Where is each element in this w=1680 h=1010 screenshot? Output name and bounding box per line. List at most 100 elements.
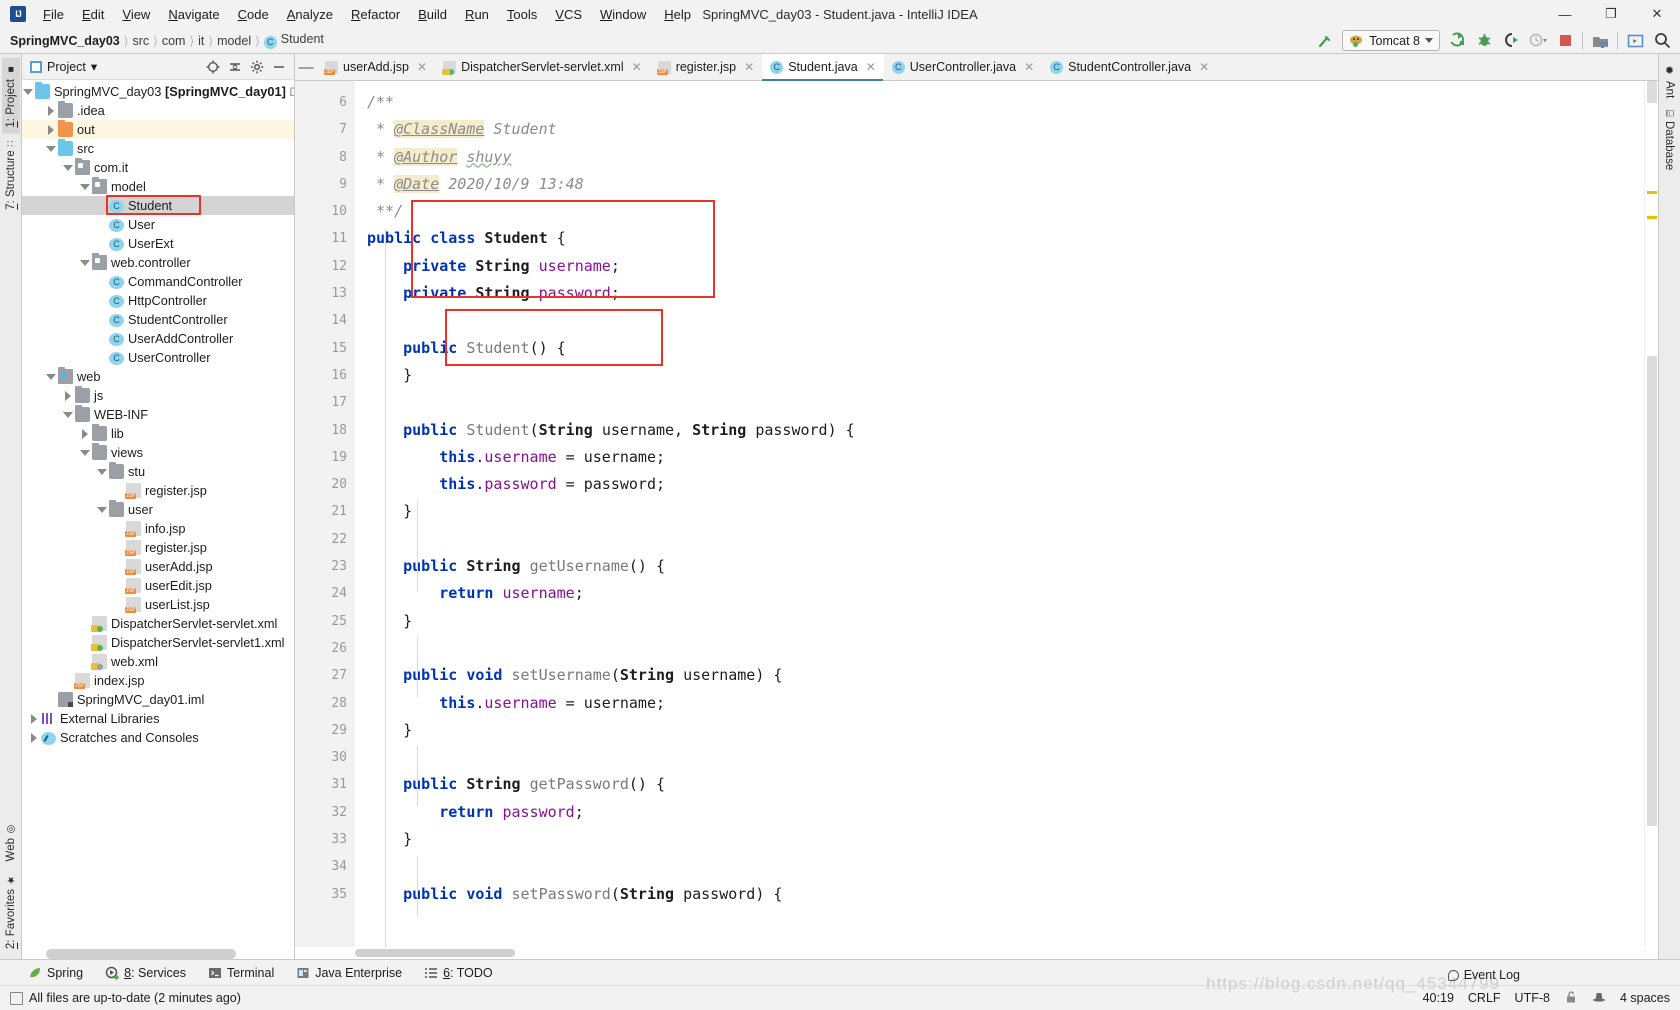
tree-node[interactable]: .idea [22,101,294,120]
horizontal-scrollbar-thumb[interactable] [355,949,515,957]
tree-node[interactable]: lib [22,424,294,443]
build-hammer-icon[interactable] [1315,31,1335,51]
tree-node[interactable]: src [22,139,294,158]
breadcrumb-item-springmvc-day03[interactable]: SpringMVC_day03 [10,34,120,48]
indent-setting[interactable]: 4 spaces [1620,991,1670,1005]
line-number[interactable]: 15 [295,335,367,362]
editor-tab-dispatcherservlet-servlet-xml[interactable]: DispatcherServlet-servlet.xml ✕ [435,54,650,80]
tree-node[interactable]: DispatcherServlet-servlet1.xml [22,633,294,652]
tree-node[interactable]: C Student [22,196,294,215]
line-number[interactable]: 32 [295,799,355,826]
menu-item-analyze[interactable]: Analyze [278,4,342,25]
minimize-button[interactable]: — [1542,0,1588,28]
warning-marker[interactable] [1647,191,1657,194]
line-number[interactable]: 21 [295,498,367,525]
run-button[interactable] [1447,31,1467,51]
close-icon[interactable]: ✕ [1024,60,1034,74]
breadcrumb-item-student[interactable]: C Student [263,32,324,49]
collapse-arrow-icon[interactable] [62,390,73,401]
menu-item-view[interactable]: View [113,4,159,25]
tool-window-button-terminal[interactable]: Terminal [208,966,274,980]
menu-item-help[interactable]: Help [655,4,700,25]
chevron-down-icon[interactable]: ▾ [91,59,97,74]
update-button[interactable] [1625,31,1645,51]
project-structure-button[interactable] [1590,31,1610,51]
editor-scrollbar-thumb[interactable] [1647,81,1657,103]
tree-node[interactable]: index.jsp [22,671,294,690]
collapse-tabs-icon[interactable]: — [295,54,317,80]
expand-arrow-icon[interactable] [79,257,90,268]
line-number[interactable]: 29 [295,717,367,744]
line-number[interactable]: 30 [295,744,355,771]
tree-node[interactable]: com.it [22,158,294,177]
line-number[interactable]: 7 [295,116,355,143]
tool-window-button-java-enterprise[interactable]: Java Enterprise [296,966,402,980]
menu-item-navigate[interactable]: Navigate [159,4,228,25]
settings-gear-icon[interactable] [249,59,265,75]
tool-window-button-todo[interactable]: 6: TODO [424,966,493,980]
line-number[interactable]: 34 [295,853,355,880]
collapse-arrow-icon[interactable] [28,732,39,743]
editor-tab-studentcontroller-java[interactable]: C StudentController.java ✕ [1042,54,1217,80]
breadcrumb-item-it[interactable]: it [198,34,204,48]
unlocked-icon[interactable] [1564,990,1578,1007]
tree-node[interactable]: views [22,443,294,462]
tool-window-button-services[interactable]: 8: Services [105,966,186,980]
tool-window-tab-database[interactable]: ⌸ Database [1660,104,1678,176]
line-number[interactable]: 14 [295,307,355,334]
line-number[interactable]: 25 [295,608,367,635]
close-icon[interactable]: ✕ [744,60,754,74]
tree-node[interactable]: C User [22,215,294,234]
caret-position[interactable]: 40:19 [1423,991,1454,1005]
line-number[interactable]: 28 [295,690,355,717]
tree-node[interactable]: DispatcherServlet-servlet.xml [22,614,294,633]
expand-arrow-icon[interactable] [45,143,56,154]
file-encoding[interactable]: UTF-8 [1515,991,1550,1005]
tool-window-tab-1-project[interactable]: 1: Project ■ [1,58,20,134]
line-number[interactable]: 24 [295,580,355,607]
editor-marker-strip[interactable] [1644,81,1658,947]
line-number[interactable]: 8 [295,144,355,171]
profiler-button[interactable] [1528,31,1548,51]
tree-node[interactable]: WEB-INF [22,405,294,424]
close-icon[interactable]: ✕ [417,60,427,74]
line-number[interactable]: 22 [295,526,355,553]
expand-arrow-icon[interactable] [62,162,73,173]
inspector-hat-icon[interactable] [1592,990,1606,1007]
tree-node[interactable]: register.jsp [22,481,294,500]
collapse-arrow-icon[interactable] [45,105,56,116]
line-number[interactable]: 12 [295,253,355,280]
close-button[interactable]: ✕ [1634,0,1680,28]
tree-node[interactable]: userList.jsp [22,595,294,614]
tree-node[interactable]: C UserAddController [22,329,294,348]
expand-arrow-icon[interactable] [45,371,56,382]
line-number[interactable]: 18 [295,417,367,444]
menu-item-tools[interactable]: Tools [498,4,546,25]
tree-node[interactable]: register.jsp [22,538,294,557]
collapse-arrow-icon[interactable] [45,124,56,135]
breadcrumb-item-com[interactable]: com [162,34,186,48]
tree-node[interactable]: C CommandController [22,272,294,291]
menu-item-code[interactable]: Code [229,4,278,25]
editor-gutter[interactable]: 6 7 8 9 10 11 12 13 14 15 16 17 18 19 20 21 22 23 24 25 26 27… [295,81,367,947]
tool-window-tab-2-favorites[interactable]: 2: Favorites ★ [2,868,20,955]
tree-node[interactable]: SpringMVC_day03 [SpringMVC_day01] D:\ [22,82,294,101]
line-number[interactable]: 16 [295,362,367,389]
editor-tab-student-java[interactable]: C Student.java ✕ [762,54,884,81]
tree-node[interactable]: C UserController [22,348,294,367]
line-number[interactable]: 6 [295,89,367,116]
tree-node[interactable]: Scratches and Consoles [22,728,294,747]
expand-arrow-icon[interactable] [62,409,73,420]
line-number[interactable]: 11 [295,225,355,252]
line-number[interactable]: 31 [295,771,367,798]
tool-window-tab-7-structure[interactable]: 7: Structure ∷ [2,134,20,216]
code-editor[interactable]: /** * @ClassName Student * @Author shuyy… [355,81,1644,947]
line-number[interactable]: 33 [295,826,367,853]
line-number[interactable]: 13 [295,280,355,307]
tree-node[interactable]: model [22,177,294,196]
tree-node[interactable]: info.jsp [22,519,294,538]
stop-button[interactable] [1555,31,1575,51]
breadcrumb-item-model[interactable]: model [217,34,251,48]
tree-node[interactable]: userAdd.jsp [22,557,294,576]
line-number[interactable]: 9 [295,171,355,198]
